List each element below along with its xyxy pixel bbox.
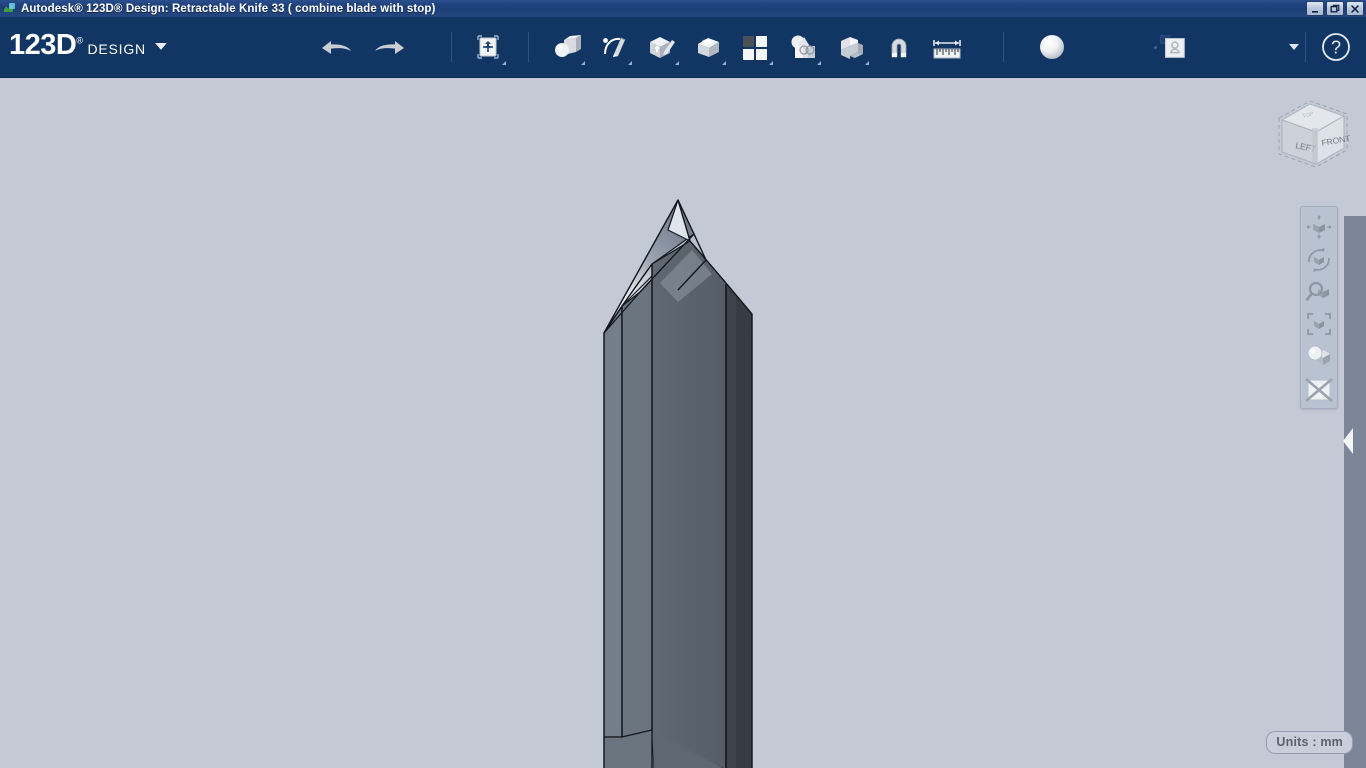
brand-trademark: ® (76, 35, 83, 46)
restore-button[interactable] (1326, 1, 1344, 16)
close-button[interactable] (1346, 1, 1364, 16)
help-button[interactable]: ? (1319, 30, 1353, 64)
window-title-bar: Autodesk® 123D® Design: Retractable Knif… (0, 0, 1366, 17)
toolbar-right-group: ? (1114, 30, 1366, 64)
minimize-button[interactable] (1306, 1, 1324, 16)
fit-button[interactable] (1302, 308, 1336, 340)
primitives-button[interactable] (547, 27, 587, 67)
orbit-button[interactable] (1302, 243, 1336, 275)
snap-button[interactable] (879, 27, 919, 67)
viewport-canvas[interactable]: LEFT FRONT TOP Units: mm (0, 78, 1366, 768)
caret-down-icon[interactable] (1289, 44, 1299, 50)
modeling-tools-group (547, 27, 775, 67)
toolbar-divider-2 (527, 32, 529, 62)
brand-subtitle: DESIGN (87, 41, 146, 57)
toolbar-divider (450, 32, 452, 62)
pattern-button[interactable] (735, 27, 775, 67)
units-badge[interactable]: Units : mm (1266, 731, 1353, 754)
material-button[interactable] (1032, 27, 1072, 67)
texture-button[interactable] (1157, 32, 1189, 62)
view-cube[interactable]: LEFT FRONT TOP (1262, 94, 1358, 174)
knife-blade-model[interactable] (0, 78, 1366, 768)
construct-button[interactable] (641, 27, 681, 67)
main-toolbar: 123D® DESIGN ? (0, 17, 1366, 78)
zoom-button[interactable] (1302, 276, 1336, 308)
toolbar-divider-3 (1002, 32, 1004, 62)
grouping-button[interactable] (783, 27, 823, 67)
app-brand-menu[interactable]: 123D® DESIGN (9, 17, 167, 77)
pan-button[interactable] (1302, 211, 1336, 243)
toolbar-divider-4 (1305, 32, 1306, 62)
assembly-tools-group (783, 27, 967, 67)
modify-button[interactable] (688, 27, 728, 67)
right-side-panel[interactable] (1344, 216, 1366, 768)
history-buttons (315, 30, 411, 64)
navigation-bar (1300, 206, 1338, 409)
window-controls (1306, 1, 1364, 16)
window-title: Autodesk® 123D® Design: Retractable Knif… (21, 2, 436, 15)
transform-button[interactable] (468, 27, 508, 67)
undo-button[interactable] (315, 30, 355, 64)
expand-left-arrow-icon[interactable] (1343, 428, 1353, 454)
display-button[interactable] (1302, 340, 1336, 372)
chevron-down-icon[interactable] (154, 43, 167, 50)
combine-button[interactable] (831, 27, 871, 67)
svg-text:?: ? (1331, 38, 1341, 58)
brand-name: 123D® (9, 29, 83, 61)
grid-toggle-button[interactable] (1302, 373, 1336, 408)
sketch-button[interactable] (594, 27, 634, 67)
measure-button[interactable] (927, 27, 967, 67)
app-logo-icon (3, 2, 17, 15)
redo-button[interactable] (371, 30, 411, 64)
